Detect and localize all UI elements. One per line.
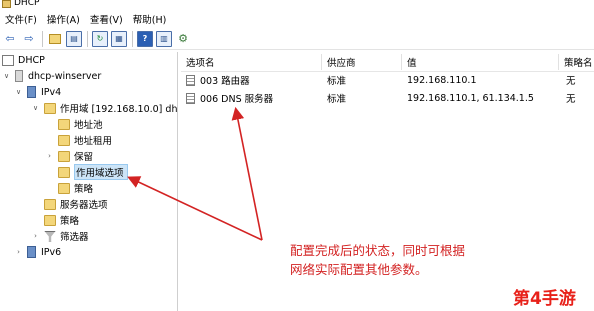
expand-chevron-icon[interactable]: › [31,232,40,240]
folder-icon [58,134,70,146]
cell-vendor: 标准 [327,76,347,87]
tree-item-scope[interactable]: ∨ 作用域 [192.168.10.0] dhc [31,100,178,116]
menu-help[interactable]: 帮助(H) [128,12,172,26]
folder-icon [58,118,70,130]
tree-item-address-pool[interactable]: 地址池 [58,116,103,132]
up-folder-icon[interactable] [47,31,63,47]
folder-icon [58,150,70,162]
network-icon [27,246,36,258]
tree-item-label: 策略 [60,216,80,227]
tree-item-server[interactable]: ∨ dhcp-winserver [2,68,101,84]
tree-item-label: DHCP [18,54,45,66]
toolbar-separator [87,30,88,47]
cell-value: 192.168.110.1 [407,74,477,86]
cell-option-name: 006 DNS 服务器 [200,94,274,105]
network-icon [27,86,36,98]
refresh-icon[interactable]: ↻ [92,30,108,47]
tree-item-label: 地址池 [74,120,103,131]
server-icon [15,70,23,82]
tree-item-dhcp-root[interactable]: DHCP [2,52,45,68]
tree-item-label: IPv6 [41,246,62,258]
tree-item-ipv4[interactable]: ∨ IPv4 [14,84,61,100]
tree-item-reservations[interactable]: › 保留 [45,148,93,164]
show-hide-tree-icon[interactable]: ▤ [66,30,82,47]
menu-view[interactable]: 查看(V) [85,12,128,26]
tree-item-label: 作用域 [192.168.10.0] dhc [60,104,178,115]
tree-item-label: dhcp-winserver [28,70,102,82]
console-tree: DHCP ∨ dhcp-winserver ∨ IPv4 ∨ 作用域 [192.… [0,52,178,311]
tree-item-label: 地址租用 [74,136,113,147]
folder-icon [58,182,70,194]
title-bar: DHCP [0,0,594,10]
folder-icon [44,214,56,226]
tree-item-label: 保留 [74,152,94,163]
option-icon [186,92,195,104]
toolbar: ⇦ ⇨ ▤ ↻ ▦ ? ▥ ⚙ [0,28,594,50]
toolbar-separator [132,30,133,47]
help-icon[interactable]: ? [137,30,153,47]
tree-item-label: 策略 [74,184,94,195]
cell-vendor: 标准 [327,94,347,105]
option-icon [186,74,195,86]
folder-icon [44,102,56,114]
tree-item-label: IPv4 [41,86,62,98]
dhcp-app-icon [2,0,11,8]
tree-item-address-leases[interactable]: 地址租用 [58,132,112,148]
tree-item-label-selected: 作用域选项 [74,164,128,180]
dhcp-icon [2,54,14,66]
table-row[interactable]: 006 DNS 服务器 标准 192.168.110.1, 61.134.1.5… [186,90,591,106]
annotation-note: 配置完成后的状态，同时可根据 网络实际配置其他参数。 [290,241,465,279]
table-row[interactable]: 003 路由器 标准 192.168.110.1 无 [186,72,591,88]
annotation-line: 配置完成后的状态，同时可根据 [290,243,466,258]
tree-item-scope-options[interactable]: 作用域选项 [58,164,128,180]
cell-value: 192.168.110.1, 61.134.1.5 [407,92,534,104]
cell-policy: 无 [566,76,576,87]
expand-chevron-icon[interactable]: › [45,152,54,160]
filter-icon [44,230,56,242]
menu-bar: 文件(F) 操作(A) 查看(V) 帮助(H) [0,10,594,28]
forward-arrow-icon[interactable]: ⇨ [21,31,37,47]
column-header-option-name[interactable]: 选项名 [181,54,322,70]
menu-action[interactable]: 操作(A) [42,12,85,26]
menu-file[interactable]: 文件(F) [0,12,42,26]
column-header-vendor[interactable]: 供应商 [322,54,402,70]
properties-icon[interactable]: ▥ [156,30,172,47]
column-header-value[interactable]: 值 [402,54,559,70]
options-icon[interactable]: ⚙ [175,31,191,47]
folder-icon [44,198,56,210]
tree-item-policies[interactable]: 策略 [44,212,79,228]
window-title: DHCP [14,0,40,8]
expand-chevron-icon[interactable]: › [14,248,23,256]
tree-item-server-options[interactable]: 服务器选项 [44,196,108,212]
annotation-line: 网络实际配置其他参数。 [290,262,428,277]
collapse-chevron-icon[interactable]: ∨ [31,104,40,112]
watermark-logo: 第4手游 [513,289,576,309]
collapse-chevron-icon[interactable]: ∨ [2,72,11,80]
tree-item-ipv6[interactable]: › IPv6 [14,244,61,260]
cell-option-name: 003 路由器 [200,76,250,87]
export-list-icon[interactable]: ▦ [111,30,127,47]
cell-policy: 无 [566,94,576,105]
tree-item-label: 服务器选项 [60,200,108,211]
back-arrow-icon[interactable]: ⇦ [2,31,18,47]
collapse-chevron-icon[interactable]: ∨ [14,88,23,96]
tree-item-label: 筛选器 [60,232,89,243]
column-header-policy-name[interactable]: 策略名 [559,54,594,70]
tree-item-scope-policies[interactable]: 策略 [58,180,93,196]
tree-item-filters[interactable]: › 筛选器 [31,228,89,244]
folder-icon [58,166,70,178]
toolbar-separator [42,30,43,47]
